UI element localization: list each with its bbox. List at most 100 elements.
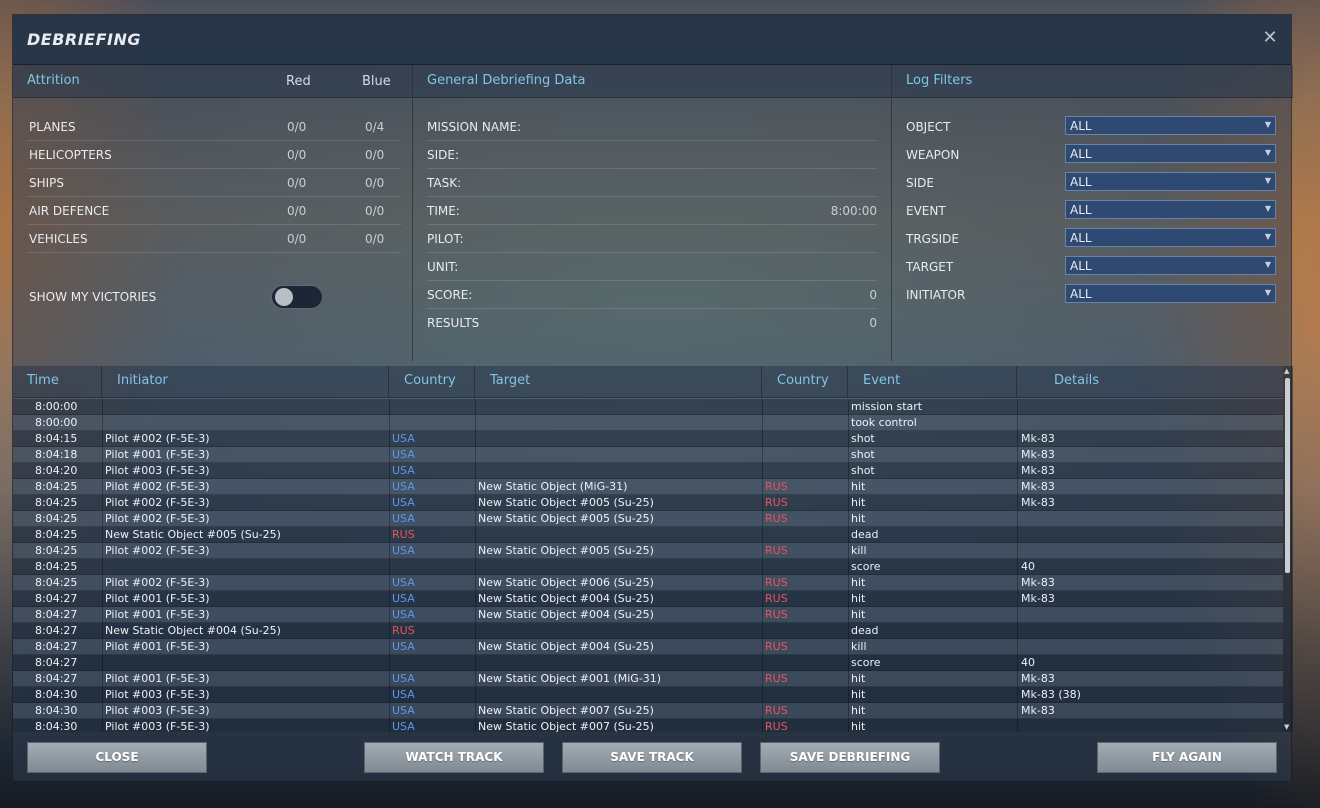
log-details: Mk-83 [1021,592,1055,605]
attrition-label: PLANES [29,120,76,134]
column-divider [102,447,103,463]
column-divider [475,719,476,732]
column-divider [1017,623,1018,639]
scroll-up-icon[interactable]: ▲ [1284,367,1289,375]
column-divider [848,543,849,559]
table-row[interactable]: 8:04:25 Pilot #002 (F-5E-3) USA New Static … [13,495,1283,511]
scroll-thumb[interactable] [1285,378,1290,573]
column-divider [1017,703,1018,719]
attrition-red-value: 0/0 [287,148,307,162]
log-time: 8:04:18 [35,448,78,461]
general-heading: General Debriefing Data [427,73,586,88]
column-divider [1017,495,1018,511]
table-row[interactable]: 8:04:18 Pilot #001 (F-5E-3) USA shot Mk-83 [13,447,1283,463]
column-divider [389,703,390,719]
column-divider [389,719,390,732]
filter-label-row: EVENT [906,197,1056,225]
table-row[interactable]: 8:04:27 New Static Object #004 (Su-25) RUS… [13,623,1283,639]
log-col-label: Country [777,373,829,388]
table-row[interactable]: 8:04:25 score 40 [13,559,1283,575]
filter-select-initiator[interactable]: ALL ▼ [1065,284,1276,303]
column-divider [475,591,476,607]
table-row[interactable]: 8:04:27 Pilot #001 (F-5E-3) USA New Static … [13,639,1283,655]
chevron-down-icon: ▼ [1264,176,1271,185]
column-divider [1017,431,1018,447]
filter-select-target[interactable]: ALL ▼ [1065,256,1276,275]
log-event: mission start [851,400,923,413]
column-divider [475,639,476,655]
log-target-country: RUS [765,592,788,605]
table-row[interactable]: 8:04:25 New Static Object #005 (Su-25) RUS… [13,527,1283,543]
table-row[interactable]: 8:04:27 score 40 [13,655,1283,671]
attrition-red-value: 0/0 [287,176,307,190]
table-row[interactable]: 8:04:27 Pilot #001 (F-5E-3) USA New Static … [13,671,1283,687]
general-data-panel: General Debriefing Data MISSION NAME: SID… [413,65,892,361]
filter-select-event[interactable]: ALL ▼ [1065,200,1276,219]
log-initiator: Pilot #002 (F-5E-3) [105,480,210,493]
table-row[interactable]: 8:04:30 Pilot #003 (F-5E-3) USA hit Mk-83 (3… [13,687,1283,703]
attrition-label: VEHICLES [29,232,88,246]
log-event: score [851,560,881,573]
fly-again-button[interactable]: FLY AGAIN [1097,742,1277,773]
attrition-row: VEHICLES 0/0 0/0 [27,225,401,253]
column-divider [848,447,849,463]
log-target-country: RUS [765,544,788,557]
log-event: hit [851,704,866,717]
column-divider [102,399,103,415]
filter-label: OBJECT [906,120,951,134]
log-initiator: Pilot #001 (F-5E-3) [105,640,210,653]
filter-select-trgside[interactable]: ALL ▼ [1065,228,1276,247]
table-row[interactable]: 8:04:25 Pilot #002 (F-5E-3) USA New Static … [13,479,1283,495]
column-divider [762,719,763,732]
column-divider [102,543,103,559]
log-event: hit [851,576,866,589]
log-target: New Static Object #001 (MiG-31) [478,672,662,685]
save-debriefing-button[interactable]: SAVE DEBRIEFING [760,742,940,773]
table-row[interactable]: 8:04:25 Pilot #002 (F-5E-3) USA New Static … [13,543,1283,559]
watch-track-button[interactable]: WATCH TRACK [364,742,544,773]
scroll-down-icon[interactable]: ▼ [1284,723,1289,731]
table-row[interactable]: 8:04:15 Pilot #002 (F-5E-3) USA shot Mk-83 [13,431,1283,447]
column-divider [475,463,476,479]
table-row[interactable]: 8:04:25 Pilot #002 (F-5E-3) USA New Static … [13,511,1283,527]
table-row[interactable]: 8:00:00 took control [13,415,1283,431]
general-data-row: UNIT: [427,253,877,281]
filter-select-weapon[interactable]: ALL ▼ [1065,144,1276,163]
table-row[interactable]: 8:04:25 Pilot #002 (F-5E-3) USA New Static … [13,575,1283,591]
filter-label: WEAPON [906,148,960,162]
log-col-label: Details [1054,373,1100,388]
log-target: New Static Object #005 (Su-25) [478,512,654,525]
log-event: hit [851,608,866,621]
table-row[interactable]: 8:04:30 Pilot #003 (F-5E-3) USA New Static … [13,719,1283,732]
column-divider [1017,559,1018,575]
table-row[interactable]: 8:04:20 Pilot #003 (F-5E-3) USA shot Mk-83 [13,463,1283,479]
table-row[interactable]: 8:04:30 Pilot #003 (F-5E-3) USA New Static … [13,703,1283,719]
general-data-row: TASK: [427,169,877,197]
attrition-col-red: Red [286,74,311,89]
table-row[interactable]: 8:04:27 Pilot #001 (F-5E-3) USA New Static … [13,607,1283,623]
column-divider [762,655,763,671]
log-initiator: Pilot #001 (F-5E-3) [105,672,210,685]
filter-select-object[interactable]: ALL ▼ [1065,116,1276,135]
table-row[interactable]: 8:04:27 Pilot #001 (F-5E-3) USA New Static … [13,591,1283,607]
close-icon[interactable]: ✕ [1261,29,1279,47]
table-row[interactable]: 8:00:00 mission start [13,399,1283,415]
general-data-value: 8:00:00 [830,204,877,218]
column-divider [389,527,390,543]
column-divider [1017,527,1018,543]
general-data-label: SIDE: [427,148,460,162]
filter-select-side[interactable]: ALL ▼ [1065,172,1276,191]
log-scrollbar[interactable]: ▲ ▼ [1283,366,1293,732]
log-initiator: Pilot #003 (F-5E-3) [105,688,210,701]
column-divider [848,639,849,655]
log-initiator-country: USA [392,576,415,589]
attrition-blue-value: 0/0 [365,148,385,162]
log-target: New Static Object #007 (Su-25) [478,720,654,732]
column-divider [102,719,103,732]
save-track-button[interactable]: SAVE TRACK [562,742,742,773]
show-victories-toggle[interactable] [271,285,323,309]
close-button[interactable]: CLOSE [27,742,207,773]
log-time: 8:04:20 [35,464,78,477]
show-victories-label: SHOW MY VICTORIES [29,290,157,304]
column-divider [102,687,103,703]
